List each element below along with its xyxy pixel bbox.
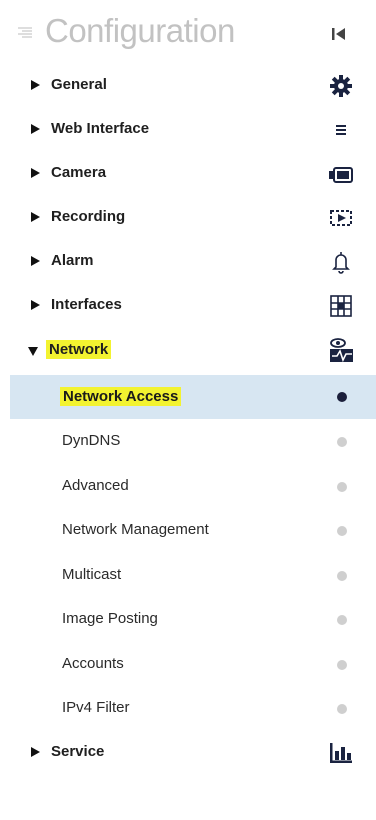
collapse-left-icon[interactable] [330, 26, 348, 42]
page-title: Configuration [45, 12, 235, 49]
status-dot [337, 392, 347, 402]
nav-item-camera[interactable]: Camera [0, 152, 376, 196]
nav-item-label: Camera [51, 164, 107, 181]
caret-right-icon [31, 747, 40, 757]
nav-item-label: Web Interface [51, 120, 150, 137]
sub-item-multicast[interactable]: Multicast [0, 554, 376, 598]
caret-right-icon [31, 300, 40, 310]
caret-right-icon [31, 212, 40, 222]
nav-item-label: Service [51, 743, 105, 760]
bar-chart-icon [330, 743, 352, 763]
caret-right-icon [31, 124, 40, 134]
nav-item-web-interface[interactable]: Web Interface [0, 108, 376, 152]
sub-item-label: Network Access [60, 387, 182, 406]
sub-item-image-posting[interactable]: Image Posting [0, 598, 376, 642]
recording-icon [330, 210, 352, 226]
sub-item-label: Network Management [62, 521, 209, 538]
gear-icon [330, 75, 352, 97]
status-dot [337, 571, 347, 581]
network-monitor-icon [330, 338, 353, 363]
sub-item-advanced[interactable]: Advanced [0, 465, 376, 509]
sub-item-accounts[interactable]: Accounts [0, 643, 376, 687]
caret-right-icon [31, 80, 40, 90]
sub-item-label: Image Posting [62, 610, 158, 627]
nav-item-label: Recording [51, 208, 126, 225]
nav-item-label: General [51, 76, 107, 93]
status-dot [337, 437, 347, 447]
status-dot [337, 526, 347, 536]
caret-right-icon [31, 256, 40, 266]
caret-right-icon [31, 168, 40, 178]
nav-item-recording[interactable]: Recording [0, 196, 376, 240]
status-dot [337, 704, 347, 714]
sub-item-label: IPv4 Filter [62, 699, 130, 716]
status-dot [337, 482, 347, 492]
hamburger-icon [336, 125, 346, 135]
nav-item-general[interactable]: General [0, 64, 376, 108]
bell-icon [332, 252, 350, 274]
status-dot [337, 660, 347, 670]
camera-icon [329, 167, 353, 183]
sub-item-label: DynDNS [62, 432, 121, 449]
sub-item-label: Advanced [62, 477, 129, 494]
nav-item-label: Interfaces [51, 296, 122, 313]
config-header: Configuration [0, 0, 376, 64]
sub-item-dyndns[interactable]: DynDNS [0, 420, 376, 464]
caret-down-icon [28, 347, 38, 356]
sub-item-label: Accounts [62, 655, 124, 672]
nav-item-interfaces[interactable]: Interfaces [0, 284, 376, 328]
menu-lines-icon [18, 27, 32, 38]
sub-item-label: Multicast [62, 566, 122, 583]
nav-item-label: Alarm [51, 252, 94, 269]
nav-item-label: Network [46, 340, 112, 359]
status-dot [337, 615, 347, 625]
sub-item-network-access[interactable]: Network Access [10, 375, 376, 419]
interfaces-icon [330, 295, 352, 317]
nav-item-alarm[interactable]: Alarm [0, 240, 376, 284]
sub-item-network-management[interactable]: Network Management [0, 509, 376, 553]
sub-item-ipv4-filter[interactable]: IPv4 Filter [0, 687, 376, 731]
nav-item-network[interactable]: Network [0, 328, 376, 372]
nav-item-service[interactable]: Service [0, 731, 376, 775]
